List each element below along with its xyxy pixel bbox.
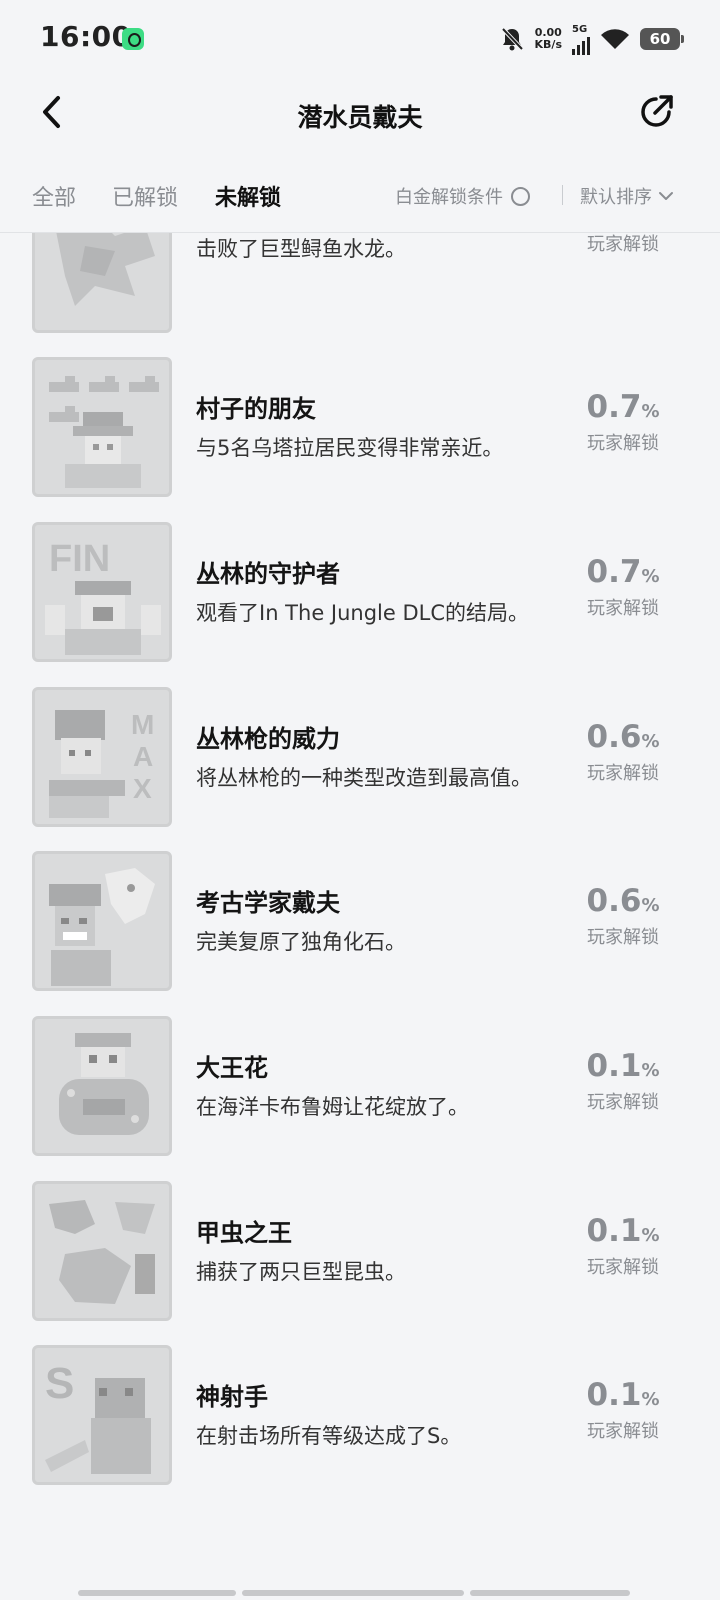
svg-text:FIN: FIN — [49, 538, 110, 580]
tab-unlocked[interactable]: 已解锁 — [112, 180, 178, 212]
page-header: 潜水员戴夫 — [0, 78, 720, 150]
unlock-percentage-value: 0.1 — [586, 1377, 642, 1413]
tyrant-fish-icon — [32, 233, 172, 333]
tab-locked[interactable]: 未解锁 — [215, 180, 281, 212]
achievement-item[interactable]: 甲虫之王捕获了两只巨型昆虫。 0.1% 玩家解锁 — [0, 1181, 720, 1321]
achievement-item[interactable]: S 神射手在射击场所有等级达成了S。 0.1% 玩家解锁 — [0, 1345, 720, 1485]
platinum-condition-toggle[interactable]: 白金解锁条件 — [395, 183, 530, 209]
achievement-description: 捕获了两只巨型昆虫。 — [196, 1260, 406, 1284]
archaeologist-icon — [32, 851, 172, 991]
achievement-description: 在海洋卡布鲁姆让花绽放了。 — [196, 1095, 469, 1119]
share-button[interactable] — [634, 90, 678, 134]
unlock-percentage: 0.1% — [568, 1377, 678, 1413]
achievement-item[interactable]: 湖中的暴君击败了巨型鲟鱼水龙。0.8%玩家解锁 — [0, 233, 720, 333]
unlock-percentage-unit: % — [641, 401, 660, 422]
rafflesia-icon — [32, 1016, 172, 1156]
unlock-subtitle: 玩家解锁 — [587, 1092, 659, 1113]
village-friend-icon — [32, 357, 172, 497]
unlock-subtitle: 玩家解锁 — [587, 1257, 659, 1278]
network-speed-unit: KB/s — [534, 38, 562, 51]
unlock-percentage-unit: % — [641, 1060, 660, 1081]
chevron-down-icon — [659, 192, 673, 200]
status-indicators: 0.00 KB/s 5G 60 — [499, 23, 684, 55]
unlock-subtitle: 玩家解锁 — [587, 1421, 659, 1442]
filter-tabs-bar: 全部 已解锁 未解锁 白金解锁条件 默认排序 — [0, 150, 720, 233]
bell-muted-icon — [501, 27, 523, 51]
unlock-percentage: 0.7% — [568, 554, 678, 590]
achievement-name: 丛林枪的威力 — [196, 725, 340, 753]
unlock-subtitle: 玩家解锁 — [587, 234, 659, 255]
unlock-percentage-value: 0.6 — [586, 883, 642, 919]
unlock-percentage-unit: % — [641, 731, 660, 752]
unlock-percentage: 0.6% — [568, 883, 678, 919]
achievement-item[interactable]: FIN 丛林的守护者观看了In The Jungle DLC的结局。 0.7% 玩家解… — [0, 522, 720, 662]
beetle-king-icon — [32, 1181, 172, 1321]
tab-all[interactable]: 全部 — [32, 180, 76, 212]
jungle-gun-icon: MAX — [32, 687, 172, 827]
share-icon — [641, 95, 673, 127]
achievement-item[interactable]: M A X 丛林枪的威力将丛林枪的一种类型改造到最高值。 0.6% 玩家解锁 — [0, 687, 720, 827]
achievement-item[interactable]: 考古学家戴夫完美复原了独角化石。 0.6% 玩家解锁 — [0, 851, 720, 991]
achievement-description: 在射击场所有等级达成了S。 — [196, 1424, 462, 1448]
unlock-subtitle: 玩家解锁 — [587, 927, 659, 948]
unlock-percentage-value: 0.7 — [586, 554, 642, 590]
sharpshooter-icon: S — [32, 1345, 172, 1485]
unlock-subtitle: 玩家解锁 — [587, 763, 659, 784]
achievement-name: 大王花 — [196, 1054, 268, 1082]
achievement-description: 击败了巨型鲟鱼水龙。 — [196, 237, 406, 261]
filter-divider — [562, 185, 563, 205]
sort-dropdown[interactable]: 默认排序 — [580, 183, 674, 209]
achievement-name: 考古学家戴夫 — [196, 889, 340, 917]
achievement-description: 观看了In The Jungle DLC的结局。 — [196, 601, 530, 625]
svg-text:M: M — [131, 709, 154, 740]
unlock-percentage: 0.6% — [568, 719, 678, 755]
achievement-name: 甲虫之王 — [196, 1219, 292, 1247]
network-speed: 0.00 KB/s — [535, 27, 562, 51]
achievement-list[interactable]: 湖中的暴君击败了巨型鲟鱼水龙。0.8%玩家解锁村子的朋友与5名乌塔拉居民变得非常… — [0, 233, 720, 1563]
platinum-condition-label: 白金解锁条件 — [395, 187, 503, 208]
signal-icon — [572, 35, 590, 55]
unlock-percentage-value: 0.6 — [586, 719, 642, 755]
sort-label: 默认排序 — [580, 187, 652, 208]
home-indicator — [78, 1590, 640, 1596]
svg-text:X: X — [133, 773, 152, 804]
app-notification-icon — [122, 28, 144, 50]
status-bar: 16:00 0.00 KB/s 5G 60 — [0, 0, 720, 78]
unlock-percentage: 0.7% — [568, 389, 678, 425]
unlock-percentage-value: 0.1 — [586, 1213, 642, 1249]
wifi-icon — [601, 29, 629, 49]
unlock-percentage-unit: % — [641, 895, 660, 916]
svg-text:S: S — [45, 1359, 74, 1408]
achievement-name: 村子的朋友 — [196, 395, 316, 423]
unlock-subtitle: 玩家解锁 — [587, 598, 659, 619]
battery-level: 60 — [649, 30, 671, 48]
unlock-percentage-unit: % — [641, 1389, 660, 1410]
achievement-name: 丛林的守护者 — [196, 560, 340, 588]
unlock-percentage-unit: % — [641, 566, 660, 587]
unlock-percentage-value: 0.7 — [586, 389, 642, 425]
achievement-description: 将丛林枪的一种类型改造到最高值。 — [196, 766, 532, 790]
status-time: 16:00 — [40, 20, 132, 53]
page-title: 潜水员戴夫 — [297, 103, 423, 132]
unlock-percentage-value: 0.1 — [586, 1048, 642, 1084]
network-type: 5G — [572, 23, 588, 35]
achievement-description: 完美复原了独角化石。 — [196, 930, 406, 954]
achievement-item[interactable]: 大王花在海洋卡布鲁姆让花绽放了。 0.1% 玩家解锁 — [0, 1016, 720, 1156]
unlock-percentage: 0.1% — [568, 1048, 678, 1084]
achievement-name: 神射手 — [196, 1383, 268, 1411]
achievement-item[interactable]: 村子的朋友与5名乌塔拉居民变得非常亲近。 0.7% 玩家解锁 — [0, 357, 720, 497]
unlock-percentage: 0.1% — [568, 1213, 678, 1249]
jungle-guardian-icon: FIN — [32, 522, 172, 662]
svg-text:A: A — [133, 741, 153, 772]
radio-circle-icon — [511, 186, 530, 206]
unlock-percentage-unit: % — [641, 1225, 660, 1246]
battery-icon: 60 — [640, 28, 684, 50]
unlock-subtitle: 玩家解锁 — [587, 433, 659, 454]
achievement-description: 与5名乌塔拉居民变得非常亲近。 — [196, 436, 504, 460]
